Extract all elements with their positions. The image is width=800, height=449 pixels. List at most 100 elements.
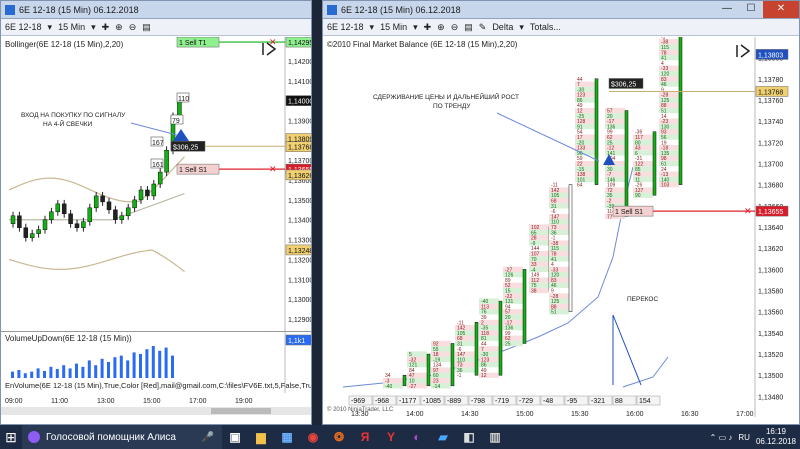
footprint-value: -22	[505, 294, 512, 300]
app-icon-blue[interactable]: ▰	[430, 425, 456, 449]
footprint-value: 41	[661, 56, 667, 62]
draw-icon[interactable]: ✎	[479, 22, 487, 33]
footprint-value: 113	[481, 304, 489, 310]
right-window-title: 6E 12-18 (15 Min) 06.12.2018	[341, 4, 461, 15]
zoom-out-icon[interactable]: ⊖	[451, 22, 459, 33]
time-label: 16:00	[626, 411, 644, 417]
skew-annotation: ПЕРЕКОС	[627, 296, 658, 303]
footprint-value: 99	[607, 130, 613, 136]
ninjatrader-icon[interactable]: ◧	[456, 425, 482, 449]
chevron-down-icon[interactable]: ▾	[91, 22, 96, 33]
footprint-value: 4	[551, 262, 554, 268]
footprint-value: 51	[551, 310, 557, 316]
task-view-icon[interactable]: ▣	[222, 425, 248, 449]
volume-bar	[23, 373, 27, 378]
footprint-value: 19	[661, 140, 667, 146]
footprint-value: 34	[385, 373, 391, 379]
candle	[125, 207, 131, 217]
time-label: 17:00	[736, 411, 754, 417]
right-footprint-panel[interactable]: 1,138001,137801,137601,137401,137201,137…	[323, 37, 800, 417]
footprint-value: 70	[531, 257, 537, 263]
footprint-value: 38	[531, 289, 537, 295]
app-icon-gray[interactable]: ▥	[482, 425, 508, 449]
alice-search-box[interactable]: Голосовой помощник Алиса 🎤	[22, 425, 222, 449]
volume-bar	[100, 358, 104, 378]
left-interval-select[interactable]: 15 Min	[58, 22, 85, 32]
footprint-value: 12	[577, 109, 583, 115]
candle	[74, 223, 80, 228]
app-icon-purple[interactable]: ◐	[404, 425, 430, 449]
windows-taskbar: ⊞ Голосовой помощник Алиса 🎤 ▣ ▆ ▦ ◉ ❂ Я…	[0, 425, 800, 449]
volume-bar	[75, 363, 78, 378]
delta-value: -719	[495, 398, 509, 405]
media-icon[interactable]: ❂	[326, 425, 352, 449]
footprint-value: -33	[661, 66, 668, 72]
minimize-button[interactable]: —	[715, 1, 739, 18]
footprint-value: 138	[577, 172, 586, 178]
time-label: 17:00	[189, 398, 207, 405]
tray-icons[interactable]: ⌃ ▭ ♪	[710, 433, 733, 442]
left-instrument-select[interactable]: 6E 12-18	[5, 22, 42, 32]
close-button[interactable]: ✕	[763, 1, 799, 18]
right-title-bar[interactable]: 6E 12-18 (15 Min) 06.12.2018 — ☐ ✕	[323, 1, 799, 19]
crosshair-icon[interactable]: ✚	[424, 22, 432, 33]
zoom-in-icon[interactable]: ⊕	[115, 22, 123, 33]
volume-bar	[171, 355, 174, 378]
footprint-value: 25	[607, 140, 613, 146]
crosshair-icon[interactable]: ✚	[102, 22, 110, 33]
zoom-in-icon[interactable]: ⊕	[437, 22, 445, 33]
yandex-icon[interactable]: Я	[352, 425, 378, 449]
candle	[93, 195, 99, 209]
footprint-value: 35	[607, 193, 613, 199]
candle	[138, 189, 144, 201]
left-chart-window: 6E 12-18 (15 Min) 06.12.2018 6E 12-18 ▾ …	[0, 0, 312, 425]
footprint-value: 123	[577, 93, 586, 99]
footprint-value: 83	[661, 77, 667, 83]
footprint-value: -40	[481, 299, 488, 305]
chevron-down-icon[interactable]: ▾	[48, 22, 53, 33]
right-interval-select[interactable]: 15 Min	[380, 22, 407, 32]
store-icon[interactable]: ▦	[274, 425, 300, 449]
footprint-value: 94	[505, 304, 511, 310]
footprint-value: -1	[457, 373, 462, 379]
file-explorer-icon[interactable]: ▆	[248, 425, 274, 449]
totals-menu[interactable]: Totals...	[530, 22, 561, 32]
chevron-down-icon[interactable]: ▾	[370, 22, 375, 33]
delta-menu[interactable]: Delta	[492, 22, 513, 32]
right-instrument-select[interactable]: 6E 12-18	[327, 22, 364, 32]
chevron-down-icon[interactable]: ▾	[519, 22, 524, 33]
delta-value: -968	[375, 398, 389, 405]
properties-icon[interactable]: ▤	[142, 22, 151, 33]
footprint-candle-body	[498, 300, 503, 376]
right-footprint-chart[interactable]: 1,138001,137801,137601,137401,137201,137…	[323, 37, 800, 417]
footprint-candle-body	[522, 269, 527, 344]
footprint-value: -15	[577, 167, 584, 173]
footprint-value: 57	[505, 310, 511, 316]
price-tick-label: 1,13300	[288, 238, 312, 245]
zoom-out-icon[interactable]: ⊖	[129, 22, 137, 33]
chrome-icon[interactable]: ◉	[300, 425, 326, 449]
candle	[68, 213, 73, 224]
language-indicator[interactable]: RU	[738, 433, 750, 442]
properties-icon[interactable]: ▤	[464, 22, 473, 33]
footprint-value: 39	[481, 315, 487, 321]
footprint-value: 62	[607, 135, 613, 141]
clock[interactable]: 16:19 06.12.2018	[756, 427, 796, 447]
left-volume-panel[interactable]: VolumeUpDown(6E 12-18 (15 Min)) 1,1k1 En…	[1, 331, 311, 394]
microphone-icon[interactable]: 🎤	[202, 432, 214, 443]
footprint-value: 102	[531, 225, 540, 231]
app-icon	[327, 4, 337, 15]
chevron-down-icon[interactable]: ▾	[413, 22, 418, 33]
footprint-value: -1	[661, 37, 666, 40]
volume-bar	[126, 360, 130, 378]
maximize-button[interactable]: ☐	[739, 1, 763, 18]
left-title-bar[interactable]: 6E 12-18 (15 Min) 06.12.2018	[1, 1, 311, 19]
price-tick-label: 1,13480	[758, 394, 783, 401]
windows-start-button[interactable]: ⊞	[0, 425, 22, 449]
footprint-value: 126	[505, 273, 514, 279]
footprint-value: 112	[531, 278, 539, 284]
left-price-chart[interactable]: 1,142001,141001,140001,139001,138001,137…	[1, 37, 312, 331]
yandex-browser-icon[interactable]: Y	[378, 425, 404, 449]
candle	[100, 195, 105, 203]
left-price-panel[interactable]: Bollinger(6E 12-18 (15 Min),2,20) 1,1420…	[1, 37, 312, 331]
